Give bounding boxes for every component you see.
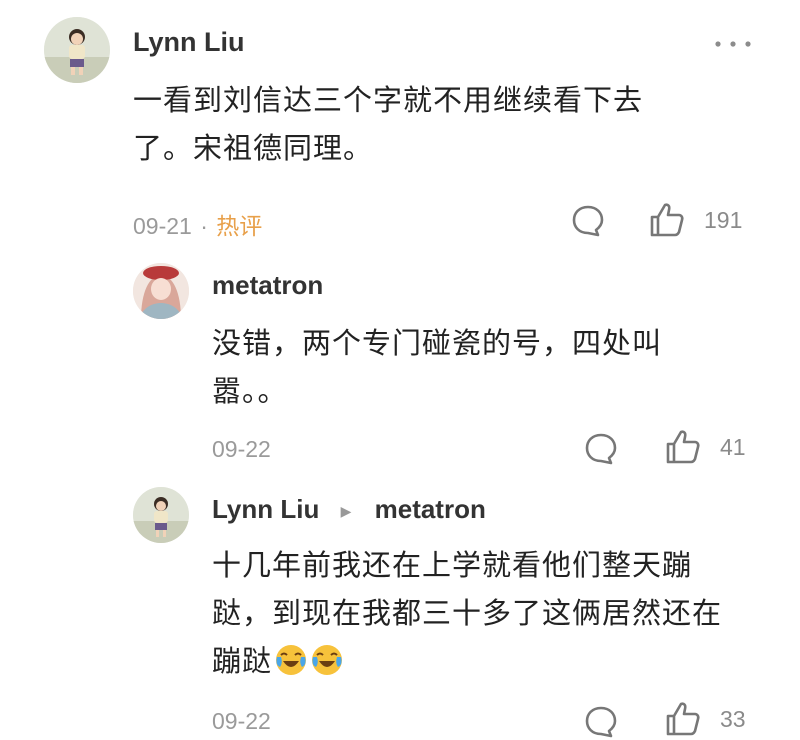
reply-date: 09-22 [212, 708, 271, 734]
reply-date: 09-22 [212, 436, 271, 462]
avatar[interactable] [44, 17, 110, 83]
comment-author-name[interactable]: Lynn Liu [133, 27, 244, 58]
reply-button[interactable] [583, 704, 619, 740]
reply-button[interactable] [583, 431, 619, 467]
reply-text-segment: 蹦跶 [212, 644, 273, 678]
reply-text-line-3: 蹦跶 [212, 637, 722, 685]
reply-text: 没错，两个专门碰瓷的号，四处叫 嚣。。 [212, 319, 662, 415]
reply-arrow-icon: ▶ [340, 502, 352, 519]
like-count: 191 [704, 206, 743, 233]
reply-header: Lynn Liu ▶ metatron [212, 494, 486, 525]
comment-bubble-icon [585, 433, 617, 465]
reply-text: 十几年前我还在上学就看他们整天蹦 跶，到现在我都三十多了这俩居然还在 蹦跶 [212, 541, 722, 685]
avatar-image [133, 263, 189, 319]
thumbs-up-icon [650, 203, 684, 237]
reply-text-line: 十几年前我还在上学就看他们整天蹦 [212, 548, 693, 582]
avatar-image [133, 487, 189, 543]
like-button[interactable]: 191 [648, 201, 742, 239]
meta-separator: · [200, 213, 208, 239]
like-count: 41 [720, 433, 746, 460]
reply-target-name[interactable]: metatron [375, 494, 486, 524]
comment-meta: 09-21 · 热评 [133, 207, 262, 241]
comment-text-line: 一看到刘信达三个字就不用继续看下去 [133, 83, 644, 117]
reply-text-line: 没错，两个专门碰瓷的号，四处叫 [212, 326, 663, 360]
comment-bubble-icon [572, 205, 604, 237]
avatar-image [44, 17, 110, 83]
crying-laughing-emoji-icon [276, 645, 307, 675]
comment-text: 一看到刘信达三个字就不用继续看下去 了。宋祖德同理。 [133, 76, 643, 172]
thumbs-up-icon [666, 430, 700, 464]
comment-date: 09-21 [133, 213, 192, 239]
comment-bubble-icon [585, 706, 617, 738]
reply-button[interactable] [570, 203, 606, 239]
avatar[interactable] [133, 487, 189, 543]
hot-comment-tag: 热评 [216, 213, 263, 239]
reply-text-line: 嚣。。 [212, 374, 288, 408]
like-button[interactable]: 41 [664, 428, 746, 466]
avatar[interactable] [133, 263, 189, 319]
like-button[interactable]: 33 [664, 700, 746, 738]
thumbs-up-icon [666, 702, 700, 736]
crying-laughing-emoji-icon [312, 645, 343, 675]
comment-text-line: 了。宋祖德同理。 [133, 131, 374, 165]
more-options-icon[interactable] [712, 24, 754, 57]
reply-author-name[interactable]: metatron [212, 270, 323, 301]
reply-text-line: 跶，到现在我都三十多了这俩居然还在 [212, 596, 723, 630]
like-count: 33 [720, 705, 746, 732]
reply-author-name[interactable]: Lynn Liu [212, 494, 319, 524]
